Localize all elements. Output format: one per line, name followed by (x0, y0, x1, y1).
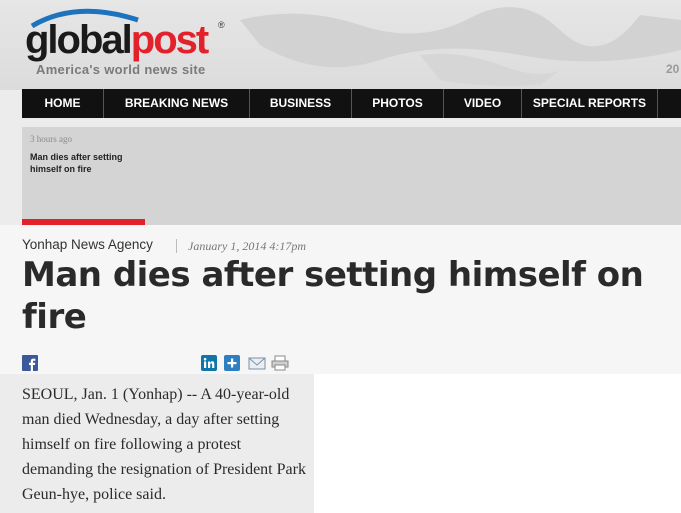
nav-video[interactable]: VIDEO (444, 89, 522, 118)
logo-post: post (130, 18, 209, 62)
print-button[interactable] (271, 355, 289, 371)
ticker-time: 3 hours ago (30, 134, 72, 144)
nav-special-reports[interactable]: SPECIAL REPORTS (522, 89, 658, 118)
main-nav: HOME BREAKING NEWS BUSINESS PHOTOS VIDEO… (22, 89, 681, 118)
registered-mark: ® (218, 20, 225, 30)
ticker-headline-link[interactable]: Man dies after setting himself on fire (30, 151, 150, 175)
facebook-share-button[interactable] (22, 355, 38, 371)
nav-more[interactable] (658, 89, 681, 118)
email-icon (248, 357, 266, 370)
byline-divider (176, 239, 177, 253)
print-icon (271, 355, 289, 371)
linkedin-share-button[interactable] (201, 355, 217, 371)
nav-business[interactable]: BUSINESS (250, 89, 352, 118)
nav-home[interactable]: HOME (22, 89, 104, 118)
add-share-button[interactable] (224, 355, 240, 371)
article-title: Man dies after setting himself on fire (22, 255, 644, 337)
sidebar-blank-area (314, 374, 681, 513)
nav-breaking-news[interactable]: BREAKING NEWS (104, 89, 250, 118)
logo-wordmark: globalpost (25, 18, 209, 62)
linkedin-icon (201, 355, 217, 371)
headline-ticker: 3 hours ago Man dies after setting himse… (22, 127, 681, 225)
email-share-button[interactable] (248, 355, 266, 371)
article-body: SEOUL, Jan. 1 (Yonhap) -- A 40-year-old … (22, 386, 306, 503)
site-logo[interactable]: globalpost ® America's world news site (22, 4, 242, 84)
logo-global: global (25, 18, 133, 62)
facebook-icon (22, 355, 38, 371)
nav-photos[interactable]: PHOTOS (352, 89, 444, 118)
add-icon (224, 355, 240, 371)
header-corner-text: 20 (666, 62, 680, 76)
article-date: January 1, 2014 4:17pm (188, 239, 306, 253)
article-source[interactable]: Yonhap News Agency (22, 237, 153, 252)
site-tagline: America's world news site (36, 62, 206, 77)
